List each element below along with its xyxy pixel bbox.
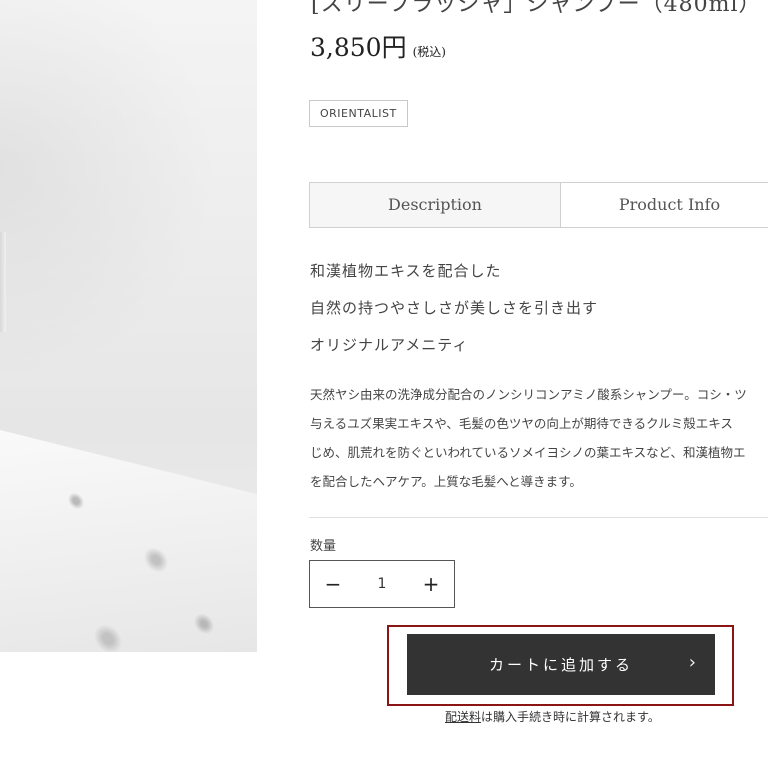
description-body-line: じめ、肌荒れを防ぐといわれているソメイヨシノの葉エキスなど、和漢植物エ xyxy=(310,445,746,460)
image-marble-surface xyxy=(0,425,257,652)
add-to-cart-label: カートに追加する xyxy=(488,656,633,674)
product-tabs: Description Product Info xyxy=(309,182,768,228)
quantity-decrease-button[interactable]: − xyxy=(310,572,356,596)
description-lead-line: 自然の持つやさしさが美しさを引き出す xyxy=(310,299,599,317)
product-title: [スリーフラッシャ」シャンプー（480ml） xyxy=(311,0,762,17)
description-lead-line: 和漢植物エキスを配合した xyxy=(310,262,502,280)
shipping-link[interactable]: 配送料 xyxy=(445,710,481,724)
tax-note: (税込) xyxy=(412,45,446,59)
add-to-cart-button[interactable]: カートに追加する › xyxy=(407,634,715,695)
shipping-note: 配送料は購入手続き時に計算されます。 xyxy=(445,708,660,725)
quantity-input[interactable]: 1 xyxy=(356,576,408,592)
section-divider xyxy=(309,517,768,518)
quantity-label: 数量 xyxy=(310,539,337,554)
image-wall-shadow xyxy=(0,0,257,420)
description-body: 天然ヤシ由来の洗浄成分配合のノンシリコンアミノ酸系シャンプー。コシ・ツ 与えるユ… xyxy=(310,380,768,496)
description-body-line: を配合したヘアケア。上質な毛髪へと導きます。 xyxy=(310,474,582,489)
image-bottle-edge xyxy=(0,232,6,332)
description-lead-line: オリジナルアメニティ xyxy=(310,336,469,354)
chevron-right-icon: › xyxy=(688,652,699,673)
product-image xyxy=(0,0,257,652)
description-body-line: 天然ヤシ由来の洗浄成分配合のノンシリコンアミノ酸系シャンプー。コシ・ツ xyxy=(310,387,747,402)
product-price: 3,850円 (税込) xyxy=(310,28,446,64)
quantity-increase-button[interactable]: + xyxy=(408,572,454,596)
quantity-stepper: − 1 + xyxy=(309,560,455,608)
shipping-note-text: は購入手続き時に計算されます。 xyxy=(481,710,660,724)
tab-product-info[interactable]: Product Info xyxy=(561,183,768,227)
price-value: 3,850円 xyxy=(310,33,407,62)
tab-description[interactable]: Description xyxy=(310,183,561,227)
description-body-line: 与えるユズ果実エキスや、毛髪の色ツヤの向上が期待できるクルミ殻エキス xyxy=(310,416,733,431)
vendor-badge[interactable]: ORIENTALIST xyxy=(309,100,408,127)
